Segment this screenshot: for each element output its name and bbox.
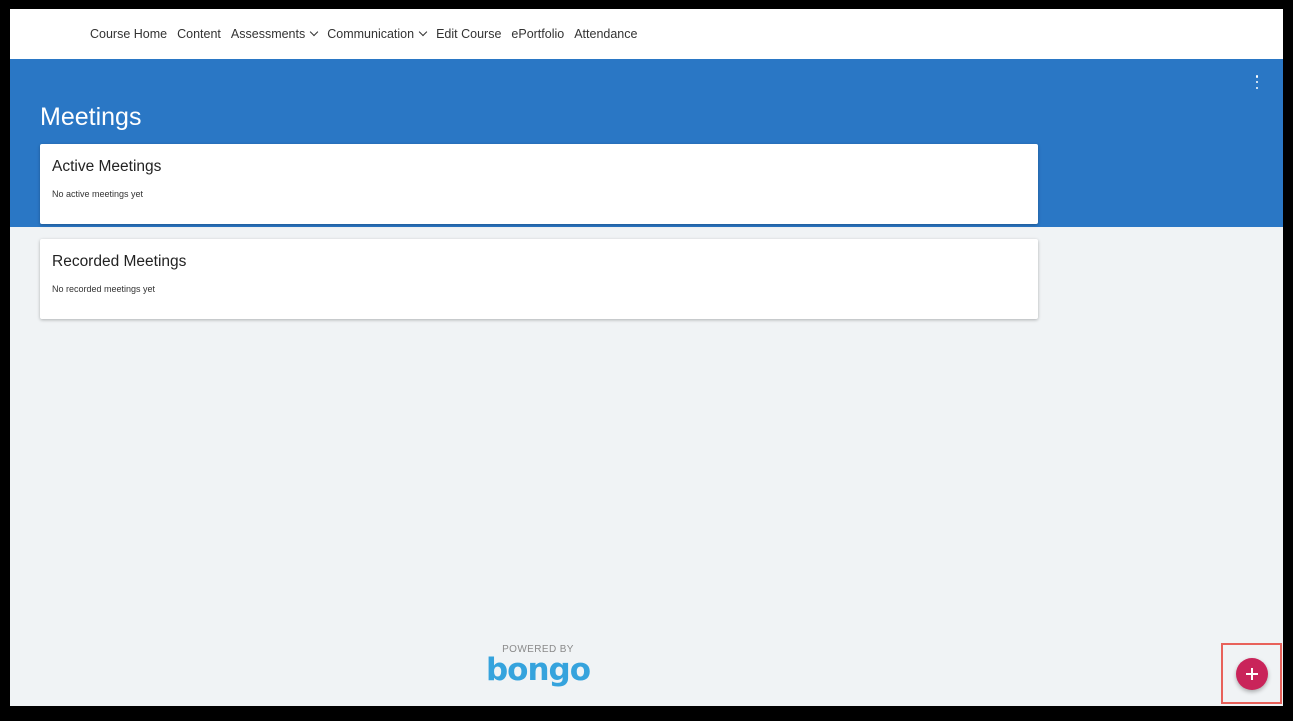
nav-course-home-label: Course Home bbox=[90, 27, 168, 41]
nav-communication[interactable]: Communication bbox=[327, 27, 428, 41]
kebab-dot bbox=[1255, 75, 1259, 78]
nav-content-label: Content bbox=[177, 27, 221, 41]
plus-icon bbox=[1246, 668, 1258, 680]
powered-by-bongo: POWERED BY bongo bbox=[483, 644, 593, 688]
active-meetings-empty-text: No active meetings yet bbox=[52, 189, 144, 199]
recorded-meetings-empty-text: No recorded meetings yet bbox=[52, 284, 156, 294]
app-frame: Course Home Content Assessments Communic… bbox=[10, 9, 1283, 706]
nav-communication-label: Communication bbox=[327, 27, 415, 41]
nav-edit-course-label: Edit Course bbox=[436, 27, 502, 41]
nav-attendance-label: Attendance bbox=[574, 27, 638, 41]
active-meetings-card: Active Meetings No active meetings yet bbox=[40, 144, 1038, 224]
nav-assessments[interactable]: Assessments bbox=[230, 27, 319, 41]
bongo-logo: bongo bbox=[485, 652, 591, 688]
nav-eportfolio-label: ePortfolio bbox=[511, 27, 565, 41]
nav-edit-course[interactable]: Edit Course bbox=[436, 27, 501, 41]
kebab-dot bbox=[1255, 86, 1259, 89]
chevron-down-icon bbox=[418, 27, 428, 37]
nav-attendance[interactable]: Attendance bbox=[574, 27, 637, 41]
nav-content[interactable]: Content bbox=[177, 27, 221, 41]
nav-assessments-label: Assessments bbox=[230, 27, 306, 41]
course-navbar: Course Home Content Assessments Communic… bbox=[10, 9, 1283, 59]
active-meetings-title: Active Meetings bbox=[52, 158, 162, 175]
nav-course-home[interactable]: Course Home bbox=[90, 27, 167, 41]
kebab-dot bbox=[1255, 80, 1259, 84]
more-vertical-icon[interactable] bbox=[1255, 75, 1259, 89]
recorded-meetings-card: Recorded Meetings No recorded meetings y… bbox=[40, 239, 1038, 319]
chevron-down-icon bbox=[310, 27, 319, 37]
nav-eportfolio[interactable]: ePortfolio bbox=[511, 27, 564, 41]
add-meeting-button[interactable] bbox=[1236, 658, 1268, 690]
recorded-meetings-title: Recorded Meetings bbox=[52, 253, 187, 270]
page-title: Meetings bbox=[40, 103, 142, 131]
